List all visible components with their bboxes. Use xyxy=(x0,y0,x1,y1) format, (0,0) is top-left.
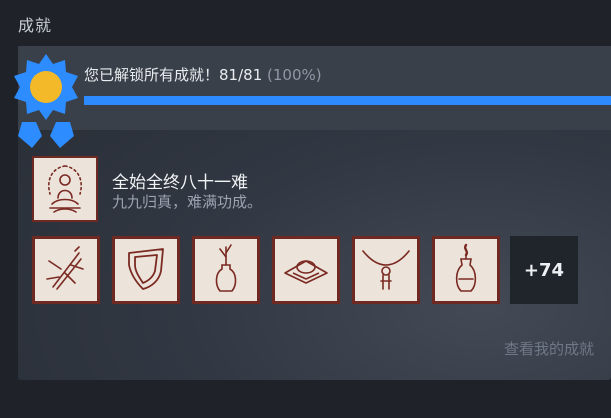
more-achievements-button[interactable]: +74 xyxy=(510,236,578,304)
achievements-panel: 您已解锁所有成就！81/81 (100%) 全始全终八十一难 九九归真，难满功成… xyxy=(14,46,611,380)
medal-icon xyxy=(14,54,78,148)
view-my-achievements-link[interactable]: 查看我的成就 xyxy=(504,338,594,359)
summary-count: 81/81 xyxy=(219,66,263,84)
achievement-progress-fill xyxy=(84,96,611,105)
achievement-progress-bar xyxy=(84,96,611,105)
achievements-section-title: 成就 xyxy=(18,16,53,35)
vase-with-branch-icon[interactable] xyxy=(192,236,260,304)
featured-achievement-description: 九九归真，难满功成。 xyxy=(112,193,263,211)
ring-necklace-icon[interactable] xyxy=(272,236,340,304)
vase-with-flame-icon[interactable] xyxy=(432,236,500,304)
summary-message: 您已解锁所有成就！ xyxy=(84,66,220,84)
achievement-summary: 您已解锁所有成就！81/81 (100%) xyxy=(18,46,611,130)
summary-percent: (100%) xyxy=(267,66,322,84)
featured-achievement-title: 全始全终八十一难 xyxy=(112,173,248,193)
monk-meditating-icon[interactable] xyxy=(32,156,98,222)
summary-text: 您已解锁所有成就！81/81 (100%) xyxy=(84,64,322,85)
pendant-necklace-icon[interactable] xyxy=(352,236,420,304)
staff-burst-icon[interactable] xyxy=(32,236,100,304)
shield-icon[interactable] xyxy=(112,236,180,304)
